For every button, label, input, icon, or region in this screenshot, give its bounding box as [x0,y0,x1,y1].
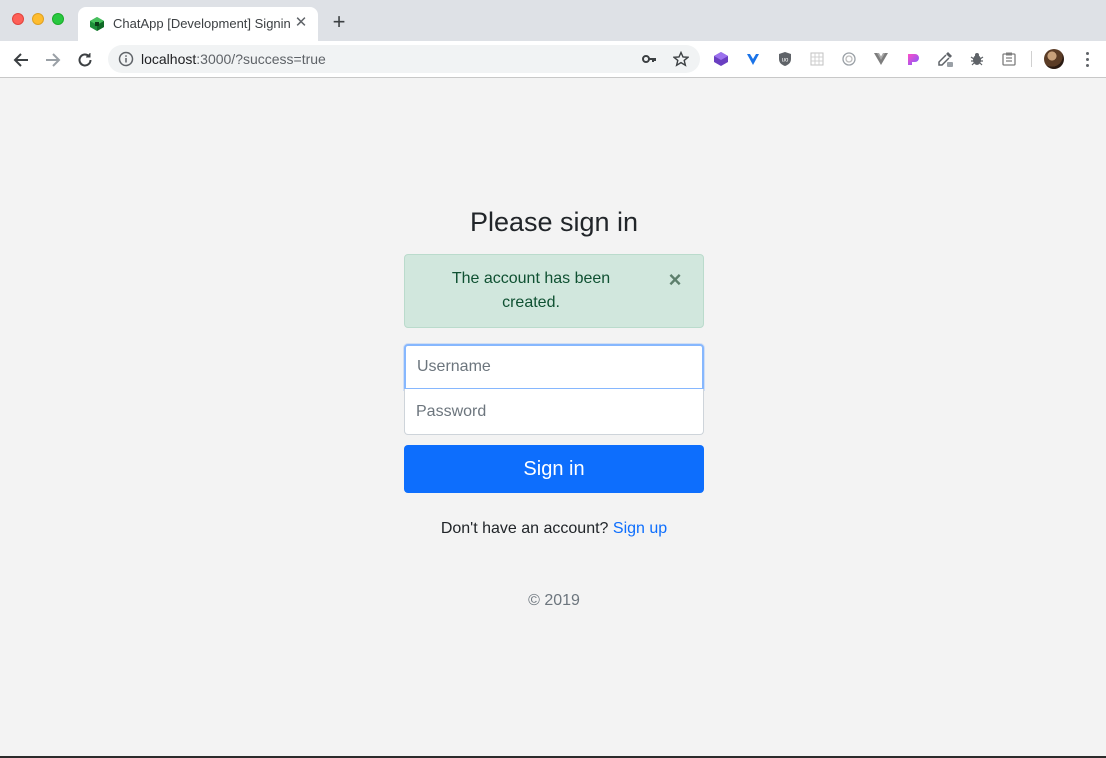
clipboard-ext-icon[interactable] [1000,50,1018,68]
tab-strip: ChatApp [Development] Signin ✕ + [0,0,1106,41]
url-path: :3000/?success=true [196,51,326,67]
alert-message: The account has been created. [451,270,611,311]
password-input[interactable] [404,389,704,435]
maximize-window-button[interactable] [52,13,64,25]
copyright-footer: © 2019 [528,592,580,609]
browser-toolbar: localhost:3000/?success=true uo [0,41,1106,78]
username-input[interactable] [404,344,704,390]
back-button[interactable] [10,49,32,71]
page-title: Please sign in [469,207,639,237]
minimize-window-button[interactable] [32,13,44,25]
close-window-button[interactable] [12,13,24,25]
reload-button[interactable] [74,49,96,71]
profile-avatar[interactable] [1044,49,1064,69]
tab-close-icon[interactable]: ✕ [293,14,309,32]
sign-up-link[interactable]: Sign up [613,520,667,537]
address-bar[interactable]: localhost:3000/?success=true [108,45,700,73]
sign-in-button[interactable]: Sign in [404,445,704,493]
eyedropper-icon[interactable] [936,50,954,68]
back-arrow-icon [13,53,28,67]
signin-page: Please sign in The account has been crea… [0,78,1106,756]
gem-icon[interactable] [712,50,730,68]
forward-button[interactable] [42,49,64,71]
info-icon[interactable] [118,51,134,67]
key-icon[interactable] [640,50,658,68]
tab-chatapp-signin[interactable]: ChatApp [Development] Signin ✕ [78,7,318,41]
reload-icon [78,53,92,67]
signup-prompt-text: Don't have an account? [440,520,609,537]
browser-menu-icon[interactable] [1078,49,1096,69]
url-host: localhost [141,51,197,67]
ublock-icon[interactable]: uo [776,50,794,68]
gradient-ext-icon[interactable] [904,50,922,68]
alert-close-icon[interactable]: × [665,269,685,291]
bug-icon[interactable] [968,50,986,68]
vuejs-devtools-icon[interactable] [872,50,890,68]
svg-text:uo: uo [782,58,789,64]
bookmark-star-icon[interactable] [672,50,690,68]
new-tab-button[interactable]: + [328,11,350,33]
tab-title: ChatApp [Development] Signin [113,16,291,31]
forward-arrow-icon [46,53,61,67]
url-text: localhost:3000/?success=true [141,51,326,67]
success-alert: The account has been created. × [404,254,704,328]
vue-shield-icon[interactable] [744,50,762,68]
target-ext-icon[interactable] [840,50,858,68]
chatapp-favicon-icon [90,17,104,31]
signup-prompt: Don't have an account? Sign up [404,520,704,538]
grid-ext-icon[interactable] [808,50,826,68]
toolbar-separator [1031,51,1032,67]
